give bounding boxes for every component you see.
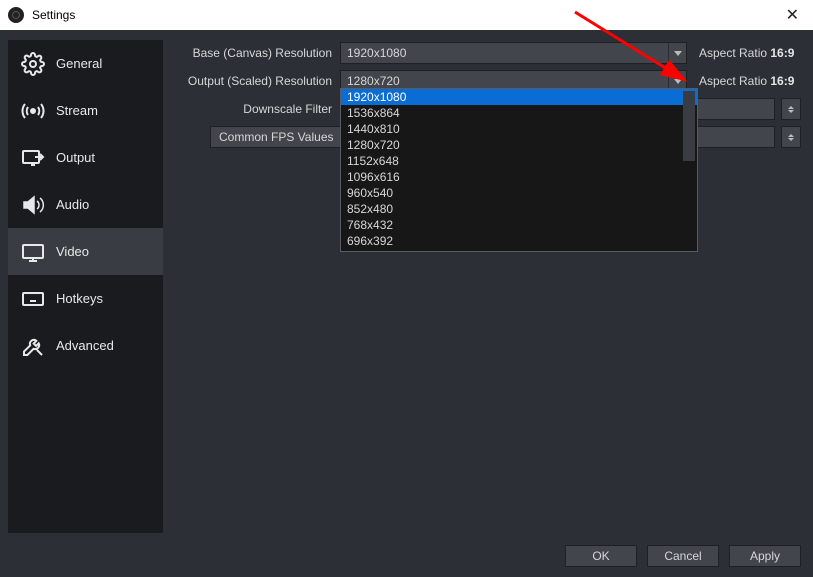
settings-window: General Stream Output Audio Video [0, 30, 813, 577]
sidebar-item-label: Audio [56, 197, 89, 212]
sidebar-item-audio[interactable]: Audio [8, 181, 163, 228]
scrollbar[interactable] [683, 91, 695, 161]
chevron-down-icon [788, 138, 794, 141]
dropdown-option[interactable]: 1536x864 [341, 105, 697, 121]
base-resolution-combobox[interactable]: 1920x1080 [340, 42, 687, 64]
apply-button[interactable]: Apply [729, 545, 801, 567]
close-icon[interactable]: ✕ [780, 5, 805, 25]
output-resolution-value: 1280x720 [347, 74, 680, 88]
sidebar: General Stream Output Audio Video [8, 40, 163, 533]
output-resolution-dropdown[interactable]: 1920x1080 1536x864 1440x810 1280x720 115… [340, 88, 698, 252]
dropdown-option[interactable]: 1096x616 [341, 169, 697, 185]
titlebar: Settings ✕ [0, 0, 813, 30]
sidebar-item-general[interactable]: General [8, 40, 163, 87]
sidebar-item-output[interactable]: Output [8, 134, 163, 181]
tools-icon [20, 333, 46, 359]
gear-icon [20, 51, 46, 77]
sidebar-item-label: Stream [56, 103, 98, 118]
downscale-filter-label: Downscale Filter [172, 102, 340, 116]
chevron-up-icon [788, 106, 794, 109]
chevron-down-icon[interactable] [668, 43, 686, 63]
base-aspect-ratio: Aspect Ratio 16:9 [693, 46, 801, 60]
obs-logo-icon [8, 7, 24, 23]
chevron-down-icon [788, 110, 794, 113]
dropdown-option[interactable]: 696x392 [341, 233, 697, 249]
keyboard-icon [20, 286, 46, 312]
sidebar-item-label: Output [56, 150, 95, 165]
downscale-spinner[interactable] [781, 98, 801, 120]
sidebar-item-hotkeys[interactable]: Hotkeys [8, 275, 163, 322]
broadcast-icon [20, 98, 46, 124]
base-resolution-value: 1920x1080 [347, 46, 680, 60]
ok-button[interactable]: OK [565, 545, 637, 567]
chevron-up-icon [788, 134, 794, 137]
dropdown-option[interactable]: 1440x810 [341, 121, 697, 137]
dropdown-option[interactable]: 768x432 [341, 217, 697, 233]
dropdown-option[interactable]: 960x540 [341, 185, 697, 201]
dropdown-option[interactable]: 1920x1080 [341, 89, 697, 105]
output-aspect-ratio: Aspect Ratio 16:9 [693, 74, 801, 88]
window-title: Settings [32, 8, 75, 22]
dropdown-option[interactable]: 1152x648 [341, 153, 697, 169]
base-resolution-label: Base (Canvas) Resolution [172, 46, 340, 60]
output-icon [20, 145, 46, 171]
dialog-buttons: OK Cancel Apply [565, 545, 801, 567]
sidebar-item-advanced[interactable]: Advanced [8, 322, 163, 369]
sidebar-item-label: Video [56, 244, 89, 259]
dropdown-option[interactable]: 1280x720 [341, 137, 697, 153]
sidebar-item-video[interactable]: Video [8, 228, 163, 275]
cancel-button[interactable]: Cancel [647, 545, 719, 567]
output-resolution-label: Output (Scaled) Resolution [172, 74, 340, 88]
fps-mode-label: Common FPS Values [219, 130, 334, 144]
audio-icon [20, 192, 46, 218]
dropdown-option[interactable]: 852x480 [341, 201, 697, 217]
sidebar-item-label: General [56, 56, 102, 71]
fps-mode-button[interactable]: Common FPS Values [210, 126, 357, 148]
video-settings-panel: Base (Canvas) Resolution 1920x1080 Aspec… [172, 40, 801, 533]
sidebar-item-label: Hotkeys [56, 291, 103, 306]
video-icon [20, 239, 46, 265]
sidebar-item-label: Advanced [56, 338, 114, 353]
fps-spinner[interactable] [781, 126, 801, 148]
sidebar-item-stream[interactable]: Stream [8, 87, 163, 134]
